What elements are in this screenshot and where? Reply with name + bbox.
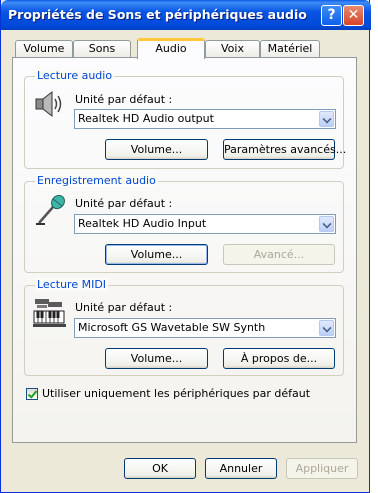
tab-volume[interactable]: Volume (15, 40, 73, 58)
tab-sons[interactable]: Sons (73, 40, 131, 58)
use-default-only-checkbox[interactable] (26, 388, 38, 400)
midi-about-button[interactable]: À propos de... (223, 348, 335, 369)
ok-button[interactable]: OK (124, 458, 196, 479)
recording-device-value: Realtek HD Audio Input (78, 217, 207, 230)
playback-default-label: Unité par défaut : (75, 93, 173, 106)
title-bar[interactable]: Propriétés de Sons et périphériques audi… (1, 0, 371, 30)
playback-device-value: Realtek HD Audio output (78, 112, 214, 125)
cancel-button[interactable]: Annuler (205, 458, 277, 479)
playback-advanced-button[interactable]: Paramètres avancés... (223, 139, 346, 160)
use-default-only-label[interactable]: Utiliser uniquement les périphériques pa… (42, 387, 310, 400)
recording-default-label: Unité par défaut : (75, 197, 173, 210)
recording-device-select[interactable]: Realtek HD Audio Input (74, 214, 336, 234)
midi-group-label: Lecture MIDI (35, 278, 109, 291)
playback-group-label: Lecture audio (35, 69, 115, 82)
recording-volume-button[interactable]: Volume... (105, 244, 208, 265)
speaker-icon (35, 90, 62, 118)
window-title: Propriétés de Sons et périphériques audi… (8, 7, 307, 22)
midi-volume-button[interactable]: Volume... (105, 348, 208, 369)
playback-device-select[interactable]: Realtek HD Audio output (74, 109, 336, 129)
help-button[interactable]: ? (321, 5, 342, 26)
chevron-down-icon[interactable] (319, 320, 334, 336)
midi-device-select[interactable]: Microsoft GS Wavetable SW Synth (74, 318, 336, 338)
close-button[interactable]: ✕ (343, 5, 364, 26)
midi-keyboard-icon (33, 299, 66, 327)
microphone-icon (36, 194, 65, 225)
dialog-window: Propriétés de Sons et périphériques audi… (0, 0, 371, 493)
chevron-down-icon[interactable] (319, 216, 334, 232)
chevron-down-icon[interactable] (319, 111, 334, 127)
recording-group-label: Enregistrement audio (35, 174, 158, 187)
recording-advanced-button: Avancé... (223, 244, 335, 265)
tab-voix[interactable]: Voix (205, 40, 260, 58)
tab-materiel[interactable]: Matériel (260, 40, 320, 58)
playback-volume-button[interactable]: Volume... (105, 139, 208, 160)
apply-button: Appliquer (286, 458, 358, 479)
midi-default-label: Unité par défaut : (75, 301, 173, 314)
tab-strip: Volume Sons Audio Voix Matériel (1, 38, 371, 59)
tab-audio[interactable]: Audio (137, 38, 205, 59)
midi-device-value: Microsoft GS Wavetable SW Synth (78, 321, 266, 334)
